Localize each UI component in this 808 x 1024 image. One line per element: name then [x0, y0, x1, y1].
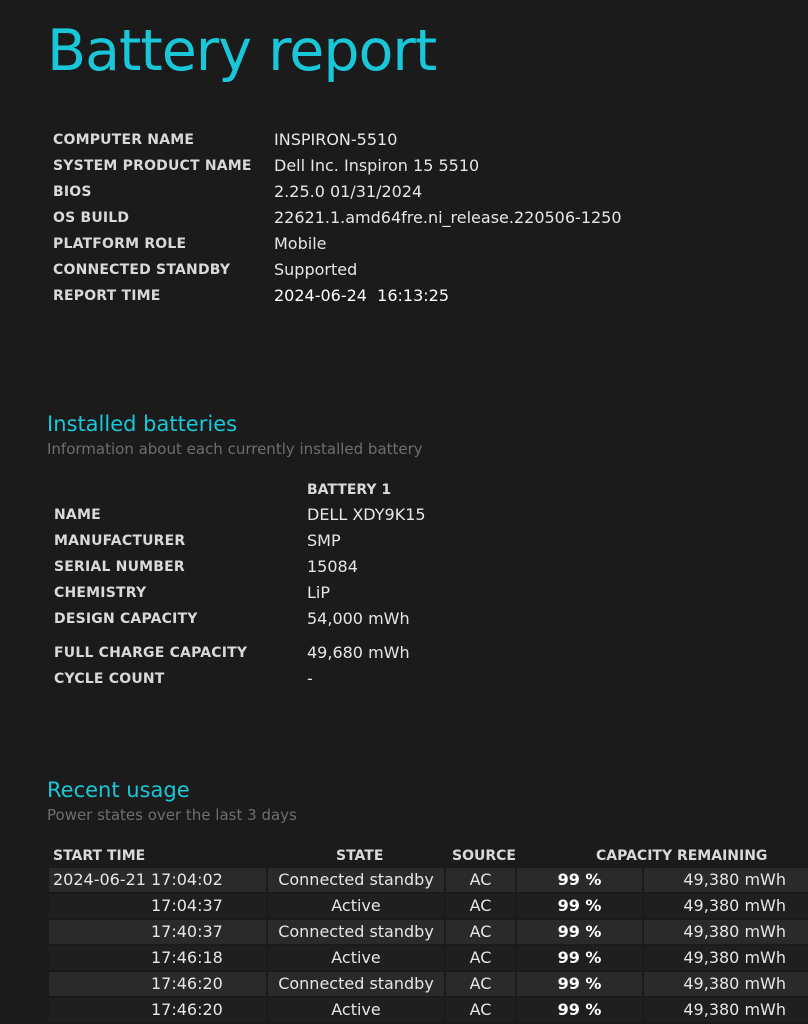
header-source: SOURCE — [452, 848, 516, 864]
label-report-time: REPORT TIME — [53, 288, 161, 304]
header-state: STATE — [336, 848, 384, 864]
cell-time: 17:46:18 — [151, 948, 223, 967]
cell-start-time: 17:46:20 — [49, 972, 266, 996]
label-computer-name: COMPUTER NAME — [53, 132, 195, 148]
cell-capacity-percent: 99 % — [517, 920, 642, 944]
installed-batteries-subtitle: Information about each currently install… — [47, 440, 423, 458]
cell-source: AC — [446, 946, 515, 970]
label-manufacturer: MANUFACTURER — [54, 533, 186, 549]
table-row: 2024-06-21 17:04:02 Connected standby AC … — [49, 868, 808, 892]
cell-time: 17:40:37 — [151, 922, 223, 941]
value-chemistry: LiP — [307, 583, 331, 602]
cell-source: AC — [446, 998, 515, 1022]
cell-time: 17:46:20 — [151, 1000, 223, 1019]
cell-capacity-mwh: 49,380 mWh — [644, 894, 808, 918]
cell-time: 17:04:02 — [151, 870, 223, 889]
cell-state: Active — [268, 946, 444, 970]
table-row: 17:46:18 Active AC 99 % 49,380 mWh — [49, 946, 808, 970]
cell-state: Active — [268, 894, 444, 918]
table-row: 17:40:37 Connected standby AC 99 % 49,38… — [49, 920, 808, 944]
value-cycle-count: - — [307, 669, 313, 688]
recent-usage-title: Recent usage — [47, 778, 190, 802]
table-row: 17:46:20 Active AC 99 % 49,380 mWh — [49, 998, 808, 1022]
label-chemistry: CHEMISTRY — [54, 585, 147, 601]
value-design-capacity: 54,000 mWh — [307, 609, 410, 628]
cell-state: Connected standby — [268, 868, 444, 892]
cell-date: 2024-06-21 — [53, 870, 146, 889]
value-connected-standby: Supported — [274, 260, 358, 279]
value-full-charge-capacity: 49,680 mWh — [307, 643, 410, 662]
value-computer-name: INSPIRON-5510 — [274, 130, 398, 149]
table-row: 17:46:20 Connected standby AC 99 % 49,38… — [49, 972, 808, 996]
label-connected-standby: CONNECTED STANDBY — [53, 262, 231, 278]
cell-capacity-percent: 99 % — [517, 946, 642, 970]
header-start-time: START TIME — [53, 848, 146, 864]
battery-1-column-header: BATTERY 1 — [307, 482, 392, 498]
cell-start-time: 17:40:37 — [49, 920, 266, 944]
cell-capacity-percent: 99 % — [517, 894, 642, 918]
label-cycle-count: CYCLE COUNT — [54, 671, 165, 687]
label-platform-role: PLATFORM ROLE — [53, 236, 187, 252]
value-system-product-name: Dell Inc. Inspiron 15 5510 — [274, 156, 480, 175]
label-serial-number: SERIAL NUMBER — [54, 559, 185, 575]
value-platform-role: Mobile — [274, 234, 327, 253]
value-report-time: 2024-06-24 16:13:25 — [274, 286, 450, 305]
cell-start-time: 2024-06-21 17:04:02 — [49, 868, 266, 892]
cell-source: AC — [446, 920, 515, 944]
value-battery-name: DELL XDY9K15 — [307, 505, 426, 524]
cell-capacity-percent: 99 % — [517, 998, 642, 1022]
value-os-build: 22621.1.amd64fre.ni_release.220506-1250 — [274, 208, 622, 227]
cell-start-time: 17:46:18 — [49, 946, 266, 970]
cell-source: AC — [446, 868, 515, 892]
label-battery-name: NAME — [54, 507, 101, 523]
value-serial-number: 15084 — [307, 557, 358, 576]
cell-capacity-mwh: 49,380 mWh — [644, 920, 808, 944]
label-system-product-name: SYSTEM PRODUCT NAME — [53, 158, 252, 174]
cell-state: Connected standby — [268, 972, 444, 996]
cell-capacity-percent: 99 % — [517, 972, 642, 996]
cell-start-time: 17:46:20 — [49, 998, 266, 1022]
cell-time: 17:04:37 — [151, 896, 223, 915]
label-full-charge-capacity: FULL CHARGE CAPACITY — [54, 645, 248, 661]
cell-capacity-mwh: 49,380 mWh — [644, 946, 808, 970]
cell-source: AC — [446, 972, 515, 996]
cell-capacity-mwh: 49,380 mWh — [644, 998, 808, 1022]
cell-source: AC — [446, 894, 515, 918]
recent-usage-subtitle: Power states over the last 3 days — [47, 806, 297, 824]
cell-state: Connected standby — [268, 920, 444, 944]
label-os-build: OS BUILD — [53, 210, 130, 226]
battery-report-page: Battery report COMPUTER NAME INSPIRON-55… — [0, 0, 808, 1024]
value-manufacturer: SMP — [307, 531, 341, 550]
page-title: Battery report — [47, 18, 437, 84]
label-bios: BIOS — [53, 184, 92, 200]
cell-capacity-mwh: 49,380 mWh — [644, 868, 808, 892]
cell-state: Active — [268, 998, 444, 1022]
cell-start-time: 17:04:37 — [49, 894, 266, 918]
label-design-capacity: DESIGN CAPACITY — [54, 611, 198, 627]
header-capacity-remaining: CAPACITY REMAINING — [596, 848, 768, 864]
cell-capacity-mwh: 49,380 mWh — [644, 972, 808, 996]
cell-capacity-percent: 99 % — [517, 868, 642, 892]
cell-time: 17:46:20 — [151, 974, 223, 993]
table-row: 17:04:37 Active AC 99 % 49,380 mWh — [49, 894, 808, 918]
installed-batteries-title: Installed batteries — [47, 412, 238, 436]
value-bios: 2.25.0 01/31/2024 — [274, 182, 423, 201]
